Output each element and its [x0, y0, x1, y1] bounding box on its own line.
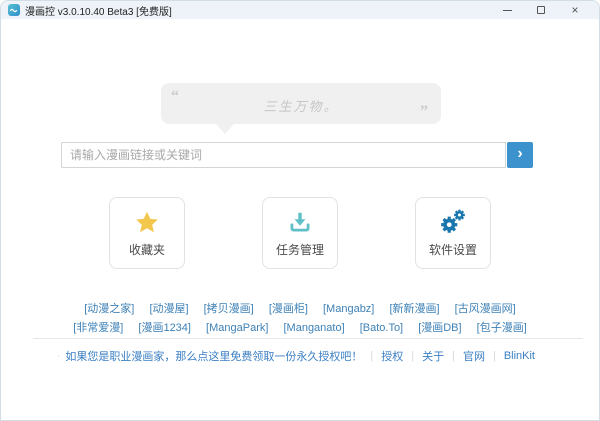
- close-button[interactable]: ×: [558, 2, 592, 18]
- minimize-button[interactable]: [490, 2, 524, 18]
- task-manager-card[interactable]: 任务管理: [262, 197, 338, 269]
- manga-wave-icon: [9, 5, 19, 15]
- titlebar[interactable]: 漫画控 v3.0.10.40 Beta3 [免费版] ×: [1, 1, 599, 19]
- task-manager-label: 任务管理: [276, 241, 324, 258]
- footer-separator: |: [452, 350, 455, 362]
- site-link-dmzj[interactable]: [动漫之家]: [84, 300, 134, 316]
- speaker-icon: [58, 350, 59, 362]
- site-links-row-2: [非常爱漫] [漫画1234] [MangaPark] [Manganato] …: [1, 319, 599, 335]
- quote-bubble: “ 三生万物。 ”: [161, 83, 441, 124]
- maximize-icon: [537, 6, 545, 14]
- site-link-baozimanhua[interactable]: [包子漫画]: [477, 319, 527, 335]
- site-links-row-1: [动漫之家] [动漫屋] [拷贝漫画] [漫画柜] [Mangabz] [新新漫…: [1, 300, 599, 316]
- search-go-button[interactable]: ›: [507, 142, 533, 168]
- app-window: 漫画控 v3.0.10.40 Beta3 [免费版] × “ 三生万物。 ” ›: [0, 0, 600, 421]
- site-link-manhuadb[interactable]: [漫画DB]: [418, 319, 461, 335]
- site-link-manhuagui[interactable]: [漫画柜]: [269, 300, 308, 316]
- site-link-dmw[interactable]: [动漫屋]: [149, 300, 188, 316]
- footer-bar: 如果您是职业漫画家，那么点这里免费领取一份永久授权吧！ | 授权 | 关于 | …: [58, 347, 535, 365]
- favorites-label: 收藏夹: [129, 241, 165, 258]
- footer-link-license[interactable]: 授权: [381, 348, 403, 364]
- star-icon: [134, 202, 160, 241]
- footer-separator: |: [493, 350, 496, 362]
- window-controls: ×: [490, 2, 592, 18]
- site-link-copymanga[interactable]: [拷贝漫画]: [204, 300, 254, 316]
- maximize-button[interactable]: [524, 2, 558, 18]
- footer-link-about[interactable]: 关于: [422, 348, 444, 364]
- site-link-manhua1234[interactable]: [漫画1234]: [138, 319, 191, 335]
- site-link-xinxin[interactable]: [新新漫画]: [389, 300, 439, 316]
- action-cards: 收藏夹 任务管理: [1, 197, 599, 269]
- footer-links: | 授权 | 关于 | 官网 | BlinKit: [362, 348, 535, 364]
- settings-label: 软件设置: [429, 241, 477, 258]
- app-logo-icon[interactable]: [8, 4, 20, 16]
- window-title: 漫画控 v3.0.10.40 Beta3 [免费版]: [25, 3, 172, 18]
- favorites-card[interactable]: 收藏夹: [109, 197, 185, 269]
- gears-icon: [439, 202, 467, 241]
- site-link-gufeng[interactable]: [古风漫画网]: [455, 300, 516, 316]
- site-link-manganato[interactable]: [Manganato]: [283, 322, 344, 334]
- quote-bubble-tail: [216, 124, 234, 134]
- site-link-feichangaiman[interactable]: [非常爱漫]: [73, 319, 123, 335]
- close-icon: ×: [571, 4, 578, 16]
- search-bar: ›: [61, 142, 533, 168]
- footer-separator: |: [370, 350, 373, 362]
- minimize-icon: [503, 10, 512, 11]
- settings-card[interactable]: 软件设置: [415, 197, 491, 269]
- chevron-right-icon: ›: [517, 146, 522, 162]
- quote-text: 三生万物。: [161, 83, 441, 115]
- footer-separator: |: [411, 350, 414, 362]
- footer-divider: [33, 338, 583, 339]
- site-link-mangabz[interactable]: [Mangabz]: [323, 303, 374, 315]
- download-tray-icon: [287, 202, 313, 241]
- search-input[interactable]: [61, 142, 506, 168]
- footer-link-blinkit[interactable]: BlinKit: [504, 350, 535, 362]
- license-notice-link[interactable]: 如果您是职业漫画家，那么点这里免费领取一份永久授权吧！: [65, 348, 362, 364]
- open-quote-icon: “: [171, 89, 179, 105]
- site-link-batoto[interactable]: [Bato.To]: [360, 322, 403, 334]
- site-link-mangapark[interactable]: [MangaPark]: [206, 322, 268, 334]
- close-quote-icon: ”: [420, 104, 428, 120]
- footer-link-website[interactable]: 官网: [463, 348, 485, 364]
